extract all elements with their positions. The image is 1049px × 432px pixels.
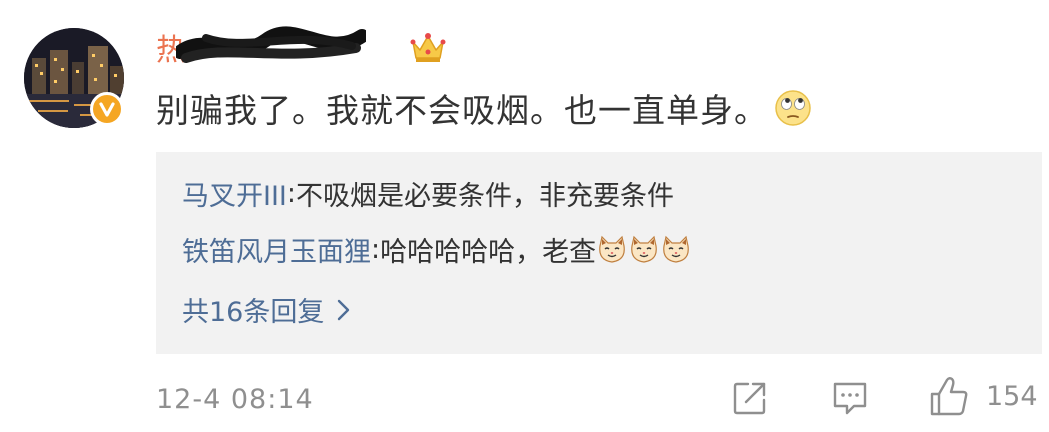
reply-author[interactable]: 铁笛风月玉面狸	[182, 230, 371, 269]
cat-emoji-icon	[631, 235, 657, 263]
crown-icon	[410, 33, 446, 62]
redaction-scribble	[176, 26, 366, 63]
thumbs-up-icon	[930, 377, 968, 416]
username-row: 热	[156, 26, 447, 68]
cat-emoji-icon	[599, 235, 625, 263]
comment-card: 热 别骗我了。我就不会吸烟。也一直单身。 马叉开III : 不吸烟是必要条件，非…	[0, 0, 1049, 432]
comment-icon[interactable]	[830, 378, 870, 418]
reply-box: 马叉开III : 不吸烟是必要条件，非充要条件 铁笛风月玉面狸 : 哈哈哈哈哈，…	[156, 152, 1042, 354]
like-count: 154	[986, 380, 1038, 412]
share-icon[interactable]	[730, 378, 770, 418]
reply-item: 铁笛风月玉面狸 : 哈哈哈哈哈，老查	[182, 230, 692, 269]
timestamp: 12-4 08:14	[156, 384, 314, 415]
reply-item: 马叉开III : 不吸烟是必要条件，非充要条件	[182, 174, 674, 213]
reply-author[interactable]: 马叉开III	[182, 174, 287, 213]
cat-emoji-icon	[663, 235, 689, 263]
reply-colon: :	[286, 178, 296, 209]
like-button[interactable]: 154	[928, 374, 1038, 418]
eye-roll-emoji-icon	[775, 90, 811, 126]
verified-badge-icon	[90, 92, 124, 126]
more-replies-link[interactable]: 共16条回复	[182, 290, 352, 329]
comment-text: 别骗我了。我就不会吸烟。也一直单身。	[156, 84, 812, 132]
reply-content: 不吸烟是必要条件，非充要条件	[296, 181, 674, 212]
comment-body: 别骗我了。我就不会吸烟。也一直单身。	[156, 91, 768, 130]
reply-content: 哈哈哈哈哈，老查	[380, 237, 597, 268]
reply-colon: :	[371, 234, 381, 265]
more-replies-label: 共16条回复	[182, 297, 325, 328]
chevron-right-icon	[338, 299, 350, 320]
